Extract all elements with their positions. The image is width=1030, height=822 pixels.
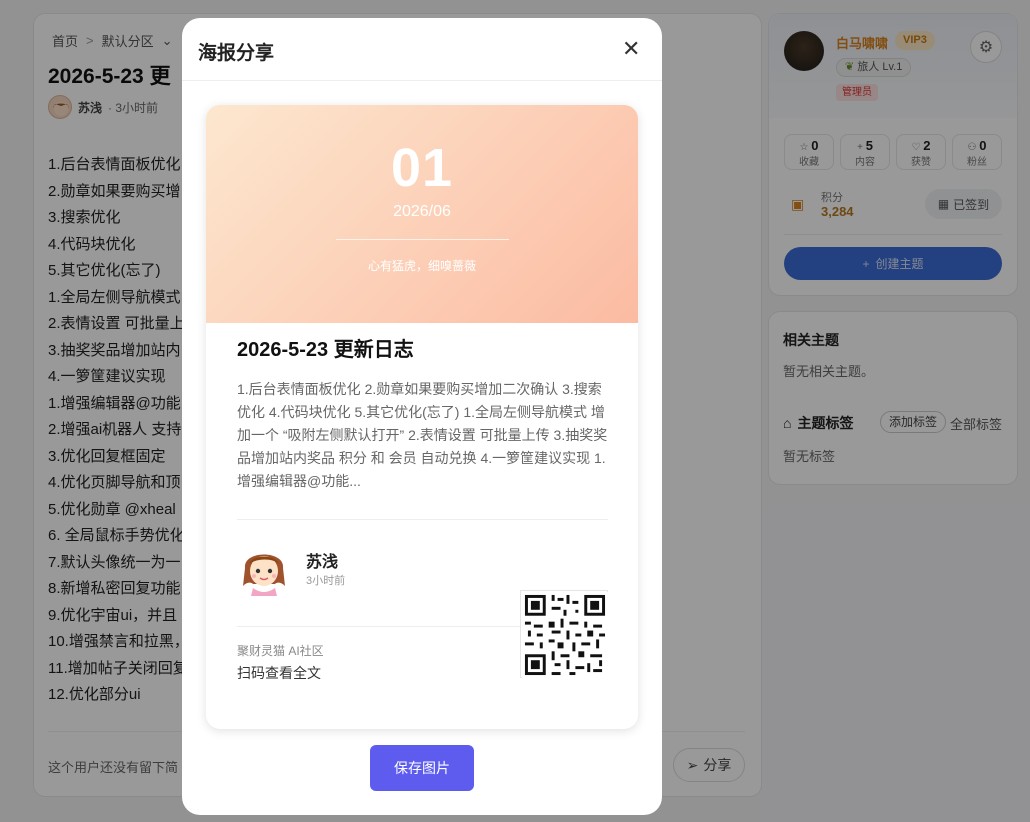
qr-code	[520, 590, 608, 678]
divider	[336, 239, 509, 240]
poster-title: 2026-5-23 更新日志	[237, 339, 414, 361]
poster-day: 01	[390, 138, 454, 198]
poster-time: 3小时前	[306, 575, 346, 587]
poster-site: 聚财灵猫 AI社区	[237, 644, 324, 658]
poster-hero: 01 2026/06 心有猛虎，细嗅蔷薇	[206, 105, 638, 323]
poster-motto: 心有猛虎，细嗅蔷薇	[367, 259, 476, 273]
poster-share-modal: 海报分享 ✕ 01 2026/06 心有猛虎，细嗅蔷薇 2026-5-23 更新…	[182, 18, 662, 815]
save-image-button[interactable]: 保存图片	[370, 745, 474, 791]
divider	[182, 80, 662, 81]
close-icon[interactable]: ✕	[622, 38, 640, 60]
poster-month: 2026/06	[393, 203, 451, 220]
poster-excerpt: 1.后台表情面板优化 2.勋章如果要购买增加二次确认 3.搜索优化 4.代码块优…	[237, 381, 608, 489]
divider	[237, 626, 520, 627]
modal-title: 海报分享	[198, 43, 275, 64]
poster: 01 2026/06 心有猛虎，细嗅蔷薇 2026-5-23 更新日志 1.后台…	[206, 105, 638, 729]
poster-scan-hint: 扫码查看全文	[237, 665, 321, 681]
avatar	[241, 542, 287, 596]
poster-author: 苏浅	[306, 554, 339, 571]
divider	[237, 519, 608, 520]
